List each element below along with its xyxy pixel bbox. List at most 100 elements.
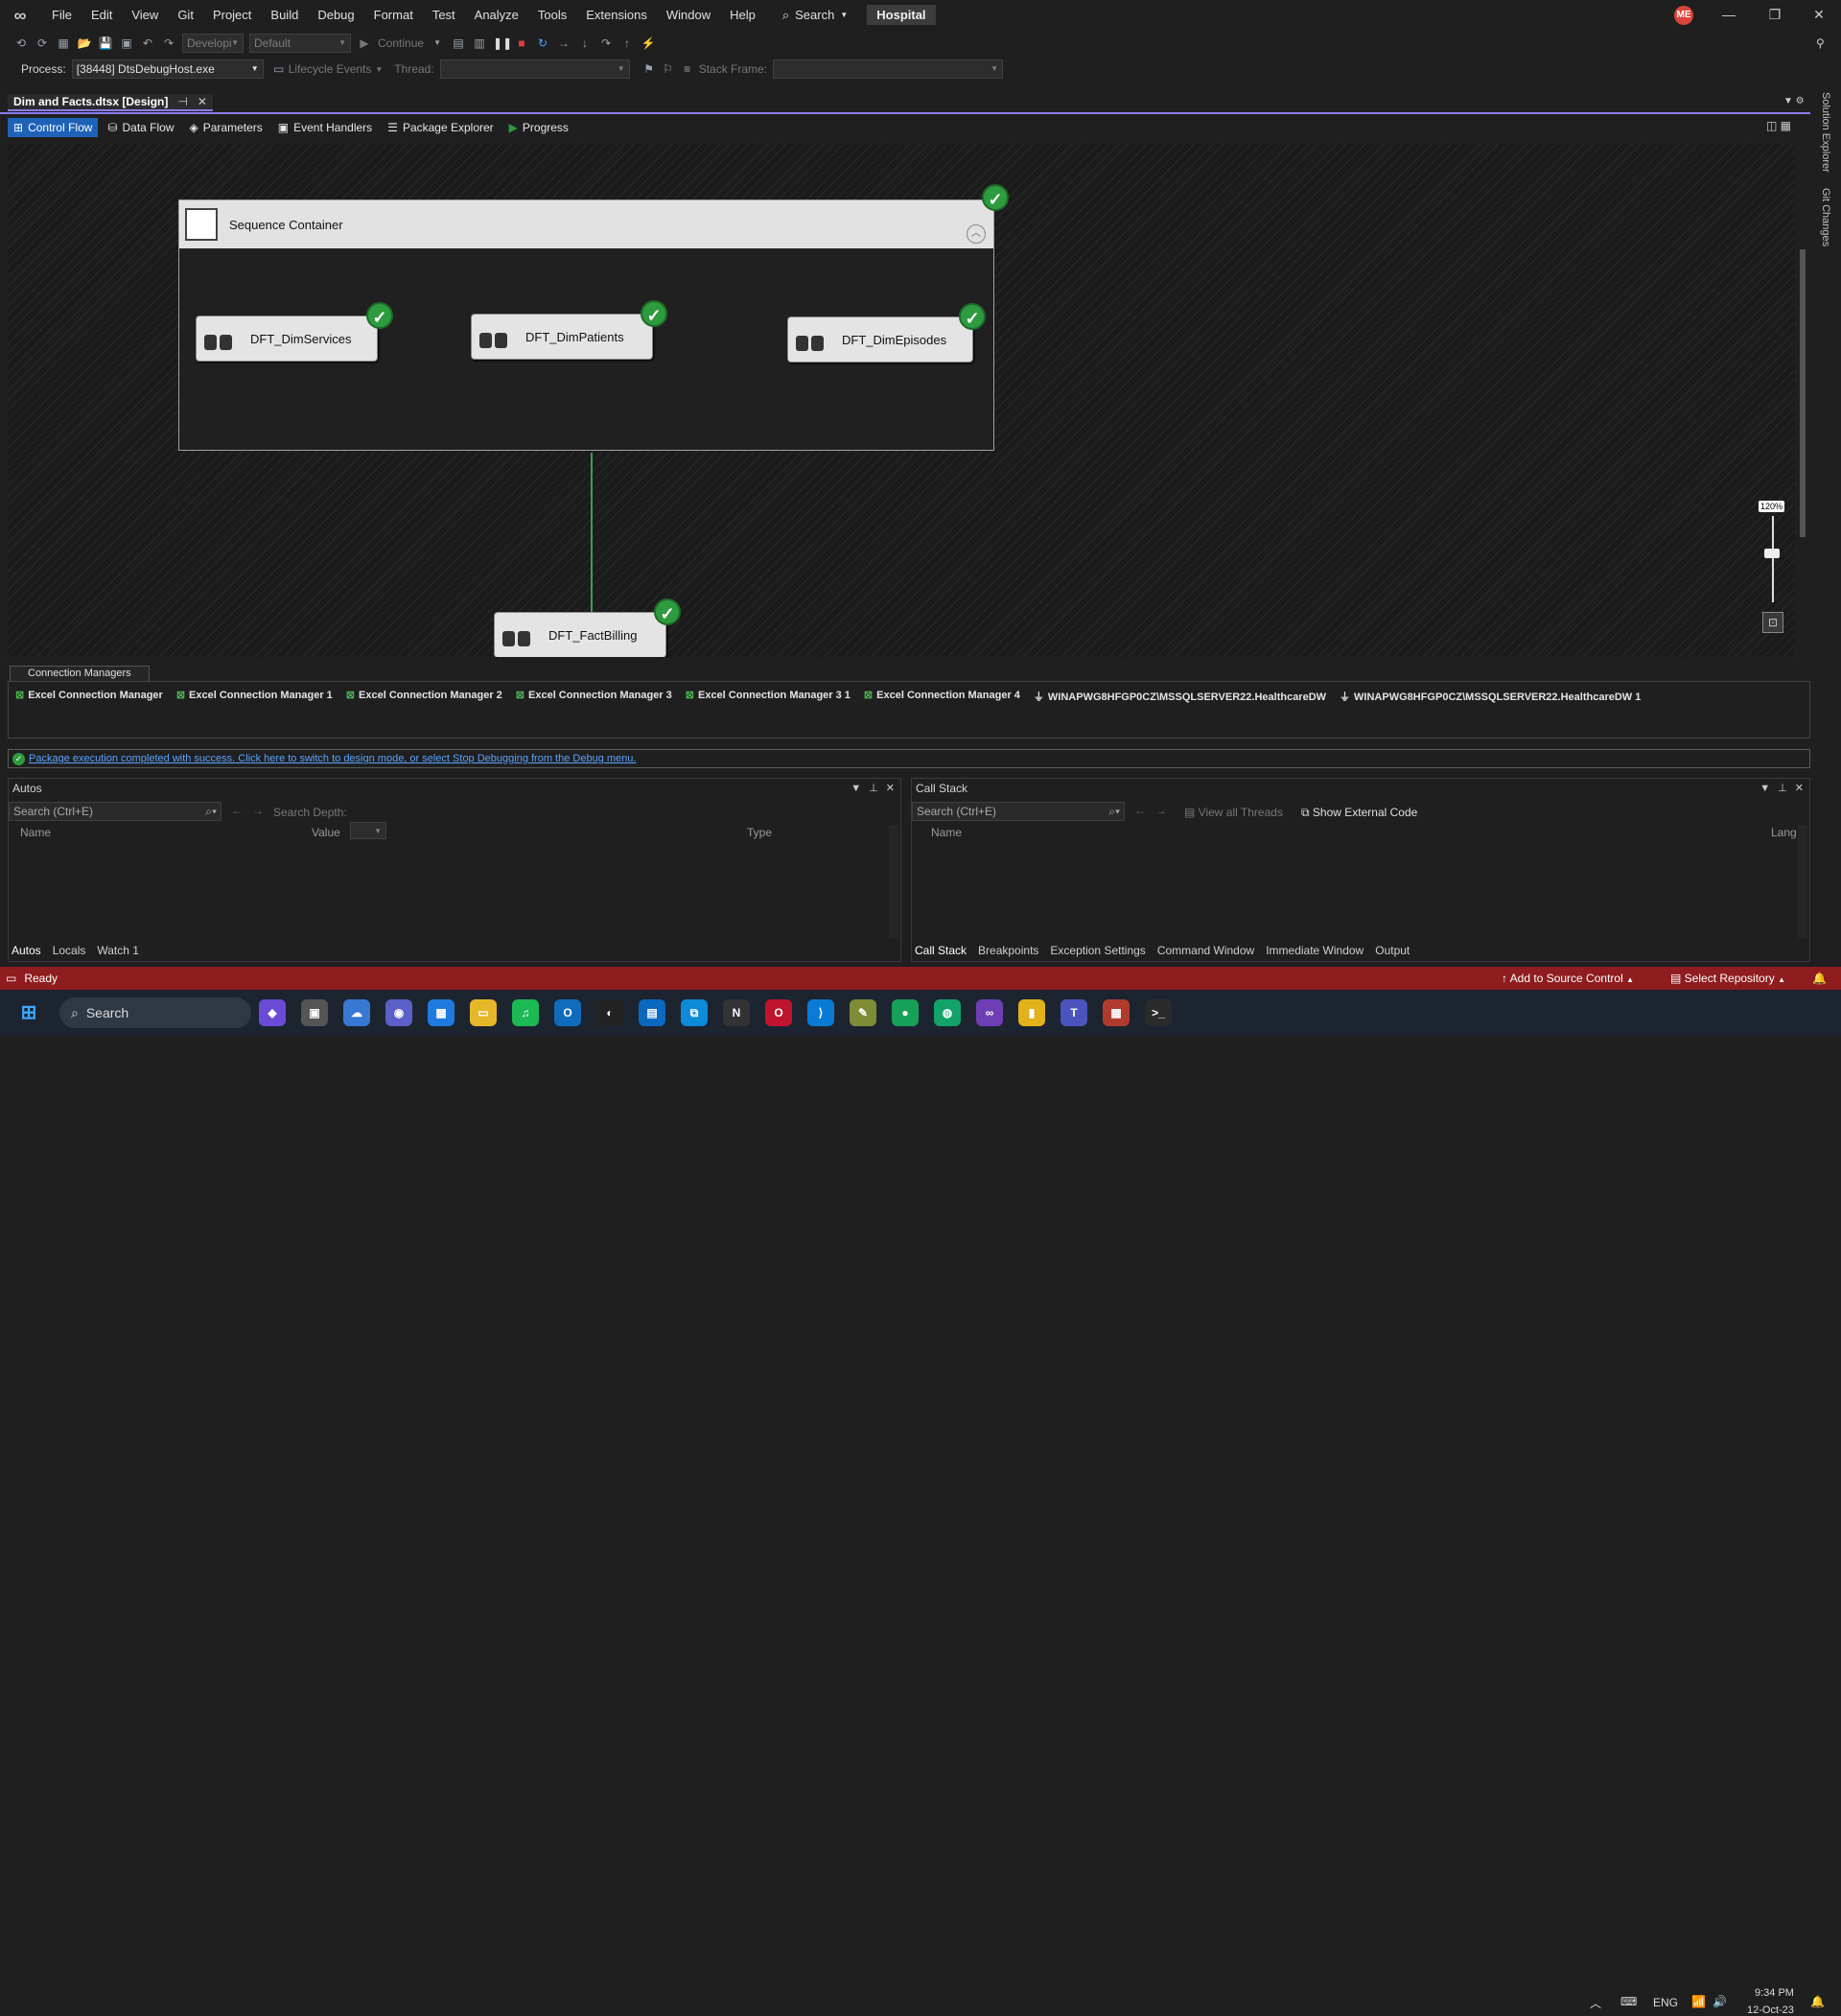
chevron-down-icon[interactable]: ▼ bbox=[851, 779, 861, 798]
task-dft-dimpatients[interactable]: DFT_DimPatients bbox=[471, 314, 653, 360]
layout-icon[interactable]: ▥ bbox=[472, 35, 487, 51]
column-value[interactable]: Value bbox=[312, 826, 340, 839]
tab-exception-settings[interactable]: Exception Settings bbox=[1050, 944, 1145, 957]
tab-locals[interactable]: Locals bbox=[53, 944, 86, 957]
redo-icon[interactable]: ↷ bbox=[161, 35, 176, 51]
scrollbar-thumb[interactable] bbox=[1800, 249, 1806, 537]
back-arrow-icon[interactable]: ← bbox=[1134, 804, 1146, 817]
pause-icon[interactable]: ❚❚ bbox=[493, 35, 512, 51]
close-pane-icon[interactable]: ✕ bbox=[1795, 779, 1804, 798]
terminal-icon[interactable]: >_ bbox=[1145, 999, 1172, 1026]
pin-icon[interactable]: ⊥ bbox=[869, 779, 878, 798]
show-next-statement-icon[interactable]: → bbox=[556, 35, 571, 51]
platform-select[interactable]: Default ▼ bbox=[249, 34, 351, 53]
step-into-icon[interactable]: ↓ bbox=[577, 35, 593, 51]
configuration-select[interactable]: Developi ▼ bbox=[182, 34, 244, 53]
menu-project[interactable]: Project bbox=[203, 0, 261, 30]
flag-threads-icon[interactable]: ⚐ bbox=[661, 61, 676, 77]
menu-file[interactable]: File bbox=[42, 0, 82, 30]
menu-format[interactable]: Format bbox=[364, 0, 423, 30]
user-avatar[interactable]: ME bbox=[1674, 6, 1693, 25]
stop-icon[interactable]: ■ bbox=[514, 35, 529, 51]
forward-arrow-icon[interactable]: → bbox=[1155, 804, 1167, 817]
spotify-icon[interactable]: ♫ bbox=[512, 999, 539, 1026]
tab-breakpoints[interactable]: Breakpoints bbox=[978, 944, 1038, 957]
step-out-icon[interactable]: ↑ bbox=[619, 35, 635, 51]
column-name[interactable]: Name bbox=[931, 826, 962, 839]
lifecycle-events[interactable]: Lifecycle Events bbox=[289, 62, 372, 76]
wifi-icon[interactable]: 📶 bbox=[1691, 1995, 1706, 2008]
undo-icon[interactable]: ↶ bbox=[140, 35, 155, 51]
column-language[interactable]: Lang bbox=[1771, 826, 1797, 839]
windows-start-icon[interactable]: ⊞ bbox=[15, 999, 42, 1026]
clock-date[interactable]: 12-Oct-23 bbox=[1747, 2004, 1794, 2016]
tab-control-flow[interactable]: ⊞ Control Flow bbox=[8, 118, 99, 137]
step-over-icon[interactable]: ↷ bbox=[598, 35, 614, 51]
app-icon[interactable]: ▤ bbox=[639, 999, 665, 1026]
stack-frame-select[interactable]: ▼ bbox=[773, 59, 1004, 79]
menu-edit[interactable]: Edit bbox=[82, 0, 122, 30]
visual-studio-icon[interactable]: ∞ bbox=[976, 999, 1003, 1026]
zoom-control[interactable]: 120% ⊡ bbox=[1759, 499, 1785, 633]
continue-button[interactable]: Continue bbox=[378, 36, 424, 50]
menu-tools[interactable]: Tools bbox=[528, 0, 576, 30]
zoom-track[interactable] bbox=[1772, 516, 1774, 602]
save-all-icon[interactable]: ▣ bbox=[119, 35, 134, 51]
restart-icon[interactable]: ↻ bbox=[535, 35, 550, 51]
zoom-fit-icon[interactable]: ⊡ bbox=[1762, 612, 1783, 633]
app-icon[interactable]: ✎ bbox=[850, 999, 876, 1026]
tab-watch-1[interactable]: Watch 1 bbox=[97, 944, 139, 957]
autos-search-input[interactable]: Search (Ctrl+E) ⌕▾ bbox=[9, 802, 221, 821]
back-icon[interactable]: ⟲ bbox=[13, 35, 29, 51]
precedence-constraint[interactable] bbox=[591, 453, 593, 625]
collapse-icon[interactable]: ︿ bbox=[967, 224, 986, 244]
tab-data-flow[interactable]: ⛁ Data Flow bbox=[102, 118, 179, 137]
process-select[interactable]: [38448] DtsDebugHost.exe ▼ bbox=[71, 59, 264, 79]
tab-immediate-window[interactable]: Immediate Window bbox=[1266, 944, 1363, 957]
search-icon[interactable]: ⌕▾ bbox=[1108, 803, 1120, 820]
menu-view[interactable]: View bbox=[122, 0, 168, 30]
tab-autos[interactable]: Autos bbox=[12, 944, 41, 957]
show-external-code-button[interactable]: ⧉ Show External Code bbox=[1301, 806, 1417, 820]
store-icon[interactable]: ▦ bbox=[428, 999, 454, 1026]
teams-chat-icon[interactable]: ◉ bbox=[385, 999, 412, 1026]
connection-item[interactable]: ⊠ Excel Connection Manager bbox=[15, 689, 163, 704]
git-changes-tab[interactable]: Git Changes bbox=[1820, 188, 1831, 246]
column-type[interactable]: Type bbox=[747, 826, 772, 839]
global-search-button[interactable]: ⌕ Search ▼ bbox=[775, 8, 855, 23]
continue-play-icon[interactable]: ▶ bbox=[357, 35, 372, 51]
screenshot-icon[interactable]: ▤ bbox=[451, 35, 466, 51]
save-icon[interactable]: 💾 bbox=[98, 35, 113, 51]
control-flow-canvas[interactable]: Sequence Container ︿ DFT_DimServices DFT… bbox=[8, 144, 1795, 657]
sequence-container[interactable]: Sequence Container ︿ DFT_DimServices DFT… bbox=[178, 199, 994, 451]
task-dft-dimservices[interactable]: DFT_DimServices bbox=[196, 316, 378, 362]
call-stack-search-input[interactable]: Search (Ctrl+E) ⌕▾ bbox=[912, 802, 1125, 821]
taskbar-search[interactable]: ⌕ Search bbox=[59, 997, 251, 1028]
close-tab-icon[interactable]: ✕ bbox=[198, 94, 207, 109]
app-icon[interactable]: ◐ bbox=[596, 999, 623, 1026]
document-tab[interactable]: Dim and Facts.dtsx [Design] ⊣ ✕ bbox=[8, 94, 213, 111]
solution-explorer-tab[interactable]: Solution Explorer bbox=[1820, 92, 1831, 173]
autos-scrollbar[interactable] bbox=[889, 825, 898, 938]
pin-icon[interactable]: ⊥ bbox=[1778, 779, 1787, 798]
chevron-up-icon[interactable]: ︿ bbox=[1590, 1995, 1601, 2011]
menu-window[interactable]: Window bbox=[657, 0, 720, 30]
call-stack-scrollbar[interactable] bbox=[1798, 825, 1807, 938]
clock-time[interactable]: 9:34 PM bbox=[1755, 1987, 1794, 1999]
minimize-icon[interactable]: — bbox=[1707, 0, 1751, 30]
tab-package-explorer[interactable]: ☰ Package Explorer bbox=[382, 118, 499, 137]
column-name[interactable]: Name bbox=[20, 826, 51, 839]
connection-item[interactable]: ⊠ Excel Connection Manager 2 bbox=[346, 689, 502, 704]
weather-icon[interactable]: ☁ bbox=[343, 999, 370, 1026]
forward-icon[interactable]: ⟳ bbox=[35, 35, 50, 51]
search-depth-select[interactable]: ▼ bbox=[350, 822, 386, 839]
tab-output[interactable]: Output bbox=[1375, 944, 1410, 957]
task-view-icon[interactable]: ▣ bbox=[301, 999, 328, 1026]
view-all-threads-button[interactable]: ▤ View all Threads bbox=[1184, 806, 1283, 819]
task-dft-dimepisodes[interactable]: DFT_DimEpisodes bbox=[787, 316, 973, 363]
menu-analyze[interactable]: Analyze bbox=[465, 0, 528, 30]
file-explorer-icon[interactable]: ▭ bbox=[470, 999, 497, 1026]
connection-item[interactable]: ⊠ Excel Connection Manager 3 1 bbox=[686, 689, 851, 704]
vscode-icon[interactable]: ⟩ bbox=[807, 999, 834, 1026]
connection-item[interactable]: ⏚ WINAPWG8HFGP0CZ\MSSQLSERVER22.Healthcar… bbox=[1034, 689, 1326, 704]
